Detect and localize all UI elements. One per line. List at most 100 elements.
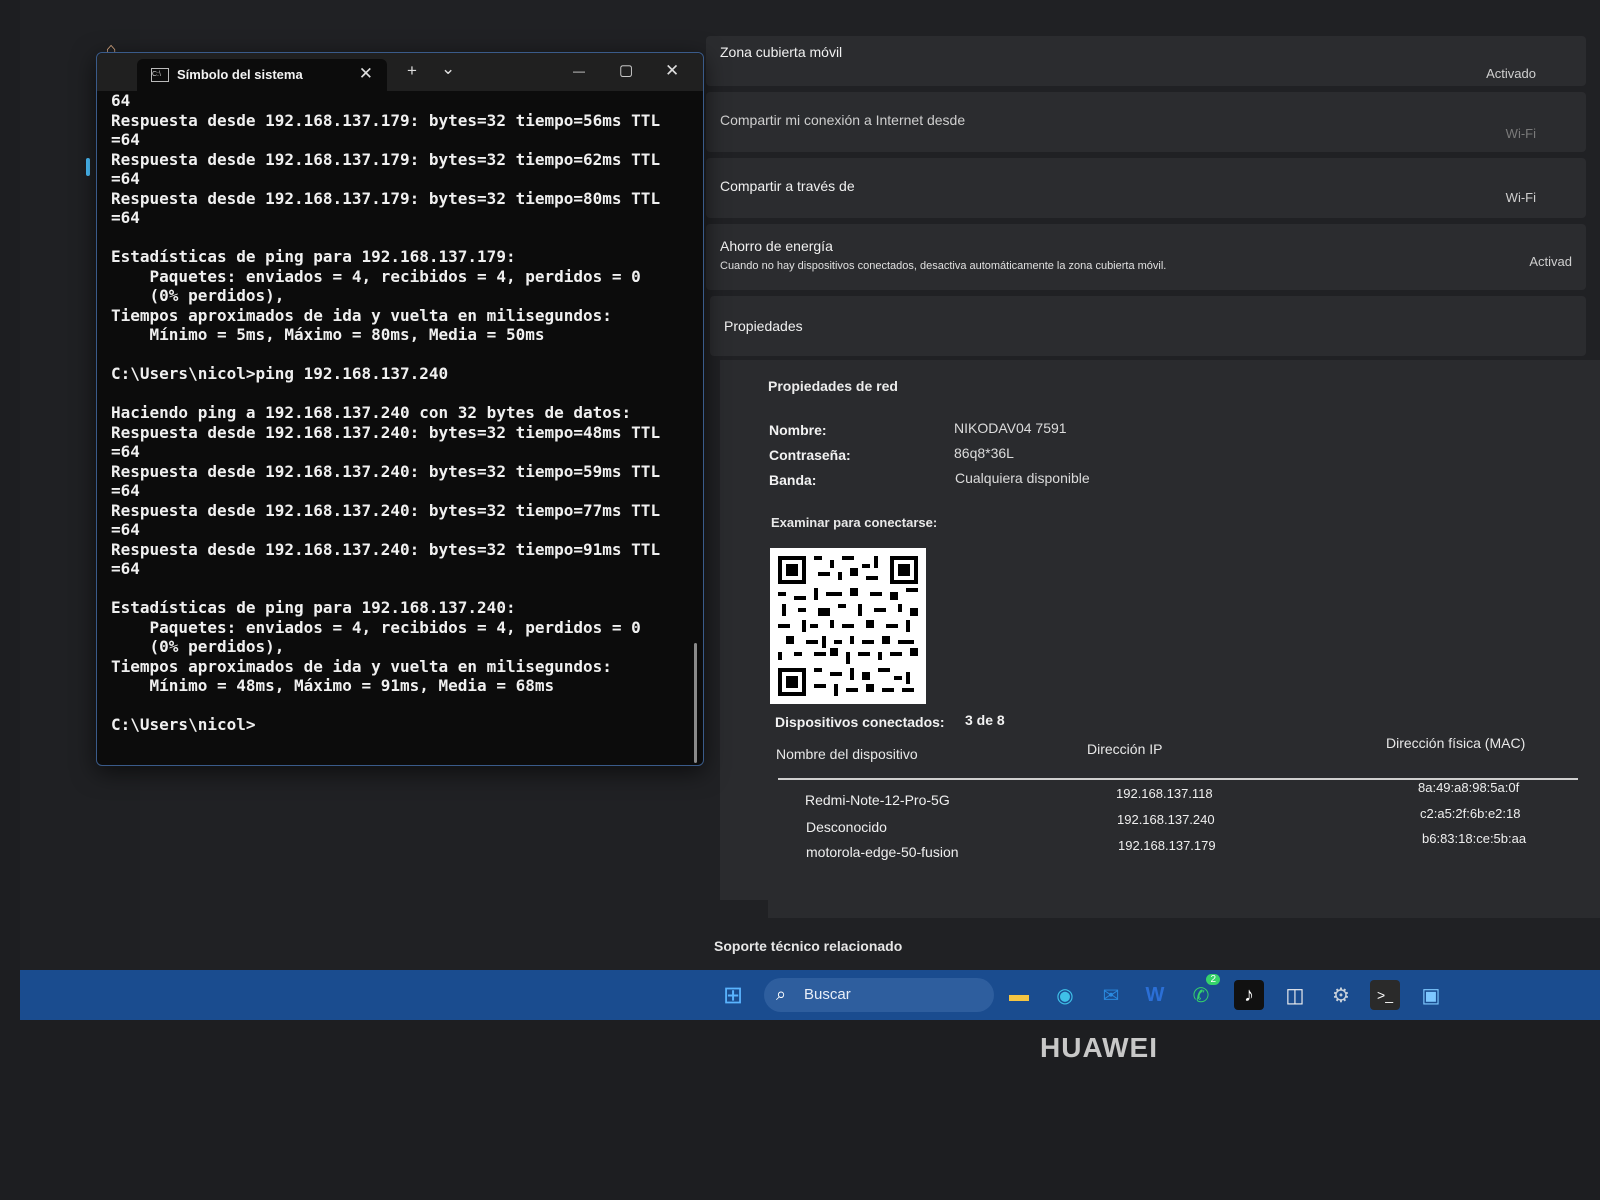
terminal-line: Estadísticas de ping para 192.168.137.17… [111,247,516,266]
cmd-icon: C:\ [151,68,169,82]
terminal-line: 64 [111,91,131,110]
tab-close-icon[interactable]: ✕ [359,64,373,84]
terminal-line: Respuesta desde 192.168.137.179: bytes=3… [111,188,661,208]
nav-active-indicator [86,158,90,176]
taskbar-search[interactable]: ⌕ Buscar [764,978,994,1012]
qr-code-image [774,552,922,700]
tiktok-icon[interactable]: ♪ [1234,980,1264,1010]
search-placeholder: Buscar [804,986,851,1003]
terminal-line: Estadísticas de ping para 192.168.137.24… [111,598,516,617]
start-windows-icon[interactable]: ⊞ [718,980,748,1010]
huawei-logo-text: HUAWEI [1040,1032,1158,1063]
terminal-tab-title: Símbolo del sistema [177,67,303,82]
terminal-line: Respuesta desde 192.168.137.240: bytes=3… [111,539,661,559]
connected-devices-count: 3 de 8 [965,712,1005,728]
edge-browser-icon[interactable]: ◉ [1050,980,1080,1010]
hotspot-state: Activado [1486,66,1536,81]
whatsapp-badge: 2 [1206,974,1220,985]
terminal-line: Respuesta desde 192.168.137.179: bytes=3… [111,149,661,169]
power-saving-row[interactable]: Ahorro de energía Cuando no hay disposit… [706,224,1586,290]
terminal-output[interactable]: 64 Respuesta desde 192.168.137.179: bytes… [111,91,691,751]
remote-desktop-icon[interactable]: ▣ [1416,980,1446,1010]
band-key: Banda: [769,472,817,488]
outlook-icon[interactable]: ✉ [1096,980,1126,1010]
share-over-dropdown[interactable]: Wi-Fi [1506,190,1536,205]
network-name-value: NIKODAV04 7591 [954,420,1067,436]
terminal-scrollbar[interactable] [694,643,697,763]
device-2-name: Desconocido [806,819,887,835]
taskbar: ⊞ ⌕ Buscar ▬ ◉ ✉ W ✆ 2 ♪ ◫ ⚙ >_ ▣ [20,970,1600,1020]
terminal-line: (0% perdidos), [111,637,285,656]
share-from-row[interactable]: Compartir mi conexión a Internet desde W… [706,92,1586,152]
password-key: Contraseña: [769,447,851,463]
terminal-titlebar[interactable]: C:\ Símbolo del sistema ✕ + ⌄ — ▢ ✕ [97,53,703,91]
command-prompt-window[interactable]: C:\ Símbolo del sistema ✕ + ⌄ — ▢ ✕ 64 Re… [96,52,704,766]
terminal-line: Haciendo ping a 192.168.137.240 con 32 b… [111,403,632,422]
terminal-line: C:\Users\nicol> [111,715,256,734]
properties-label: Propiedades [724,318,803,334]
connected-devices-label: Dispositivos conectados: [775,714,945,730]
name-key: Nombre: [769,422,827,438]
terminal-line: =64 [111,520,140,539]
device-3-ip: 192.168.137.179 [1118,838,1216,853]
band-value: Cualquiera disponible [955,470,1090,486]
hotspot-toggle-row[interactable]: Zona cubierta móvil Activado [706,36,1586,86]
scan-to-connect-label: Examinar para conectarse: [771,515,938,530]
terminal-line: Tiempos aproximados de ida y vuelta en m… [111,305,612,325]
power-saving-label: Ahorro de energía [720,238,833,254]
terminal-line: Respuesta desde 192.168.137.240: bytes=3… [111,500,661,520]
tab-dropdown-button[interactable]: ⌄ [441,59,455,79]
maximize-button[interactable]: ▢ [619,61,633,79]
terminal-line: Respuesta desde 192.168.137.240: bytes=3… [111,461,661,481]
store-icon[interactable]: ◫ [1280,980,1310,1010]
terminal-line: Tiempos aproximados de ida y vuelta en m… [111,656,612,676]
new-tab-button[interactable]: + [407,61,417,81]
power-saving-state: Activad [1529,254,1572,269]
col-header-mac: Dirección física (MAC) [1386,735,1526,751]
device-3-name: motorola-edge-50-fusion [806,844,959,860]
terminal-line: =64 [111,559,140,578]
terminal-tab[interactable]: C:\ Símbolo del sistema ✕ [137,59,387,91]
terminal-line: Respuesta desde 192.168.137.240: bytes=3… [111,422,661,442]
whatsapp-icon[interactable]: ✆ 2 [1186,974,1220,1010]
terminal-line: Paquetes: enviados = 4, recibidos = 4, p… [111,266,641,286]
terminal-line: =64 [111,481,140,500]
terminal-line: =64 [111,130,140,149]
terminal-line: Respuesta desde 192.168.137.179: bytes=3… [111,110,661,130]
terminal-icon[interactable]: >_ [1370,980,1400,1010]
file-explorer-icon[interactable]: ▬ [1004,980,1034,1010]
network-password-value: 86q8*36L [954,445,1014,461]
share-over-label: Compartir a través de [720,178,855,194]
minimize-button[interactable]: — [573,64,585,78]
share-from-label: Compartir mi conexión a Internet desde [720,112,966,128]
terminal-line: Paquetes: enviados = 4, recibidos = 4, p… [111,617,641,637]
terminal-line: Mínimo = 5ms, Máximo = 80ms, Media = 50m… [111,325,545,344]
share-from-dropdown[interactable]: Wi-Fi [1506,126,1536,141]
settings-gear-icon[interactable]: ⚙ [1326,980,1356,1010]
word-icon[interactable]: W [1140,980,1170,1010]
qr-code [770,548,926,704]
terminal-line: C:\Users\nicol>ping 192.168.137.240 [111,364,449,383]
properties-header-row[interactable]: Propiedades [710,296,1586,356]
hotspot-label: Zona cubierta móvil [720,44,843,60]
col-header-device-name: Nombre del dispositivo [776,746,918,762]
share-over-row[interactable]: Compartir a través de Wi-Fi [706,158,1586,218]
search-icon: ⌕ [776,984,787,1004]
device-3-mac: b6:83:18:ce:5b:aa [1422,831,1527,846]
terminal-line: =64 [111,169,140,188]
close-window-button[interactable]: ✕ [665,61,679,81]
col-header-ip: Dirección IP [1087,741,1163,757]
terminal-line: =64 [111,442,140,461]
power-saving-description: Cuando no hay dispositivos conectados, d… [720,260,1167,272]
terminal-line: =64 [111,208,140,227]
terminal-line: Mínimo = 48ms, Máximo = 91ms, Media = 68… [111,676,555,695]
device-1-name: Redmi-Note-12-Pro-5G [805,792,950,808]
related-support-heading: Soporte técnico relacionado [714,938,903,954]
device-2-mac: c2:a5:2f:6b:e2:18 [1420,806,1521,821]
device-2-ip: 192.168.137.240 [1117,812,1215,827]
